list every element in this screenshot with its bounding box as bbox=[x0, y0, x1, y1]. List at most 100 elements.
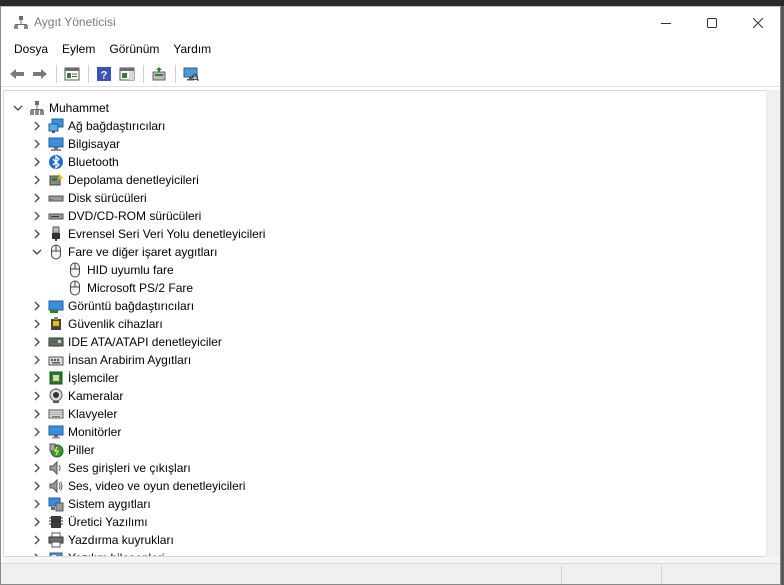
tree-item[interactable]: Depolama denetleyicileri bbox=[4, 171, 764, 189]
action-pane-button[interactable] bbox=[116, 63, 138, 85]
tree-item[interactable]: Evrensel Seri Veri Yolu denetleyicileri bbox=[4, 225, 764, 243]
tree-item-label: Evrensel Seri Veri Yolu denetleyicileri bbox=[68, 227, 266, 241]
tree-item[interactable]: Bilgisayar bbox=[4, 135, 764, 153]
tree-item[interactable]: Ses girişleri ve çıkışları bbox=[4, 459, 764, 477]
tree-item-label: Klavyeler bbox=[68, 407, 118, 421]
tree-item[interactable]: Ağ bağdaştırıcıları bbox=[4, 117, 764, 135]
tree-item[interactable]: Bluetooth bbox=[4, 153, 764, 171]
minimize-button[interactable] bbox=[643, 7, 689, 38]
print-queue-icon bbox=[48, 532, 64, 548]
chevron-right-icon[interactable] bbox=[32, 229, 42, 239]
tree-item[interactable]: Fare ve diğer işaret aygıtları bbox=[4, 243, 764, 261]
chevron-right-icon[interactable] bbox=[32, 409, 42, 419]
help-icon: ? bbox=[97, 66, 111, 81]
tree-item[interactable]: Yazdırma kuyrukları bbox=[4, 531, 764, 549]
scan-hardware-button[interactable] bbox=[180, 63, 202, 85]
tree-item[interactable]: IDE ATA/ATAPI denetleyiciler bbox=[4, 333, 764, 351]
tree-item[interactable]: İşlemciler bbox=[4, 369, 764, 387]
tree-item-label: Monitörler bbox=[68, 425, 122, 439]
tree-item-label: Bilgisayar bbox=[68, 137, 121, 151]
action-pane-icon bbox=[119, 67, 135, 80]
tree-child-item[interactable]: HID uyumlu fare bbox=[4, 261, 764, 279]
tree-item-label: Sistem aygıtları bbox=[68, 497, 151, 511]
properties-icon bbox=[64, 67, 80, 80]
chevron-right-icon[interactable] bbox=[32, 319, 42, 329]
tree-child-item[interactable]: Microsoft PS/2 Fare bbox=[4, 279, 764, 297]
toolbar-separator bbox=[175, 64, 176, 83]
chevron-right-icon[interactable] bbox=[32, 373, 42, 383]
back-button[interactable] bbox=[6, 63, 28, 85]
chevron-right-icon[interactable] bbox=[32, 211, 42, 221]
title-bar[interactable]: Aygıt Yöneticisi bbox=[1, 7, 780, 38]
chevron-right-icon[interactable] bbox=[32, 157, 42, 167]
chevron-right-icon[interactable] bbox=[32, 139, 42, 149]
status-divider bbox=[561, 566, 562, 584]
forward-button[interactable] bbox=[29, 63, 51, 85]
vertical-scrollbar[interactable] bbox=[766, 90, 780, 557]
tree-item[interactable]: DVD/CD-ROM sürücüleri bbox=[4, 207, 764, 225]
chevron-right-icon[interactable] bbox=[32, 427, 42, 437]
chevron-right-icon[interactable] bbox=[32, 355, 42, 365]
tree-item-label: Ses girişleri ve çıkışları bbox=[68, 461, 191, 475]
close-button[interactable] bbox=[735, 7, 780, 38]
chevron-right-icon[interactable] bbox=[32, 391, 42, 401]
scan-hardware-icon bbox=[183, 67, 199, 81]
tree-item-label: Güvenlik cihazları bbox=[68, 317, 163, 331]
chevron-right-icon[interactable] bbox=[32, 481, 42, 491]
chevron-right-icon[interactable] bbox=[32, 301, 42, 311]
tree-item[interactable]: Disk sürücüleri bbox=[4, 189, 764, 207]
chevron-down-icon[interactable] bbox=[32, 247, 42, 257]
display-adapter-icon bbox=[48, 300, 64, 313]
mouse-icon bbox=[70, 280, 80, 296]
device-manager-window: Aygıt Yöneticisi Dosya Eylem Görünüm Yar… bbox=[0, 6, 781, 585]
storage-controller-icon bbox=[49, 173, 63, 186]
menu-eylem[interactable]: Eylem bbox=[55, 38, 102, 60]
status-divider bbox=[661, 566, 662, 584]
tree-item[interactable]: Klavyeler bbox=[4, 405, 764, 423]
disk-drive-icon bbox=[48, 195, 64, 202]
chevron-right-icon[interactable] bbox=[32, 517, 42, 527]
chevron-right-icon[interactable] bbox=[32, 175, 42, 185]
chevron-right-icon[interactable] bbox=[32, 337, 42, 347]
update-driver-icon bbox=[152, 66, 166, 80]
help-button[interactable]: ? bbox=[93, 63, 115, 85]
tree-item[interactable]: Sistem aygıtları bbox=[4, 495, 764, 513]
tree-item-label: IDE ATA/ATAPI denetleyiciler bbox=[68, 335, 222, 349]
software-component-icon bbox=[49, 552, 63, 556]
tree-item-label: Ses, video ve oyun denetleyicileri bbox=[68, 479, 246, 493]
menu-bar: Dosya Eylem Görünüm Yardım bbox=[1, 38, 780, 60]
close-icon bbox=[753, 17, 763, 28]
tree-root[interactable]: Muhammet bbox=[4, 99, 764, 117]
chevron-right-icon[interactable] bbox=[32, 193, 42, 203]
update-driver-button[interactable] bbox=[148, 63, 170, 85]
maximize-button[interactable] bbox=[689, 7, 735, 38]
tree-item[interactable]: Görüntü bağdaştırıcıları bbox=[4, 297, 764, 315]
tree-item[interactable]: Güvenlik cihazları bbox=[4, 315, 764, 333]
tree-item[interactable]: Piller bbox=[4, 441, 764, 459]
tree-item[interactable]: Monitörler bbox=[4, 423, 764, 441]
menu-yardim[interactable]: Yardım bbox=[166, 38, 218, 60]
tree-item[interactable]: Ses, video ve oyun denetleyicileri bbox=[4, 477, 764, 495]
menu-dosya[interactable]: Dosya bbox=[7, 38, 55, 60]
toolbar-separator bbox=[56, 64, 57, 83]
ide-controller-icon bbox=[48, 337, 64, 347]
monitor-icon bbox=[48, 425, 64, 439]
processor-icon bbox=[49, 371, 63, 385]
tree-item-label: Üretici Yazılımı bbox=[68, 515, 148, 529]
tree-item-label: Fare ve diğer işaret aygıtları bbox=[68, 245, 218, 259]
device-tree[interactable]: Muhammet Ağ bağdaştırıcıları Bilgisayar Bl… bbox=[3, 90, 766, 557]
chevron-right-icon[interactable] bbox=[32, 463, 42, 473]
menu-gorunum[interactable]: Görünüm bbox=[102, 38, 166, 60]
tree-item-label: Depolama denetleyicileri bbox=[68, 173, 199, 187]
chevron-down-icon[interactable] bbox=[13, 103, 23, 113]
properties-button[interactable] bbox=[61, 63, 83, 85]
tree-item[interactable]: Üretici Yazılımı bbox=[4, 513, 764, 531]
tree-item[interactable]: Kameralar bbox=[4, 387, 764, 405]
chevron-right-icon[interactable] bbox=[32, 535, 42, 545]
device-manager-app-icon bbox=[14, 16, 28, 29]
chevron-right-icon[interactable] bbox=[32, 121, 42, 131]
tree-item[interactable]: İnsan Arabirim Aygıtları bbox=[4, 351, 764, 369]
chevron-right-icon[interactable] bbox=[32, 445, 42, 455]
chevron-right-icon[interactable] bbox=[32, 499, 42, 509]
tree-item[interactable]: Yazılım bileşenleri bbox=[4, 549, 764, 556]
